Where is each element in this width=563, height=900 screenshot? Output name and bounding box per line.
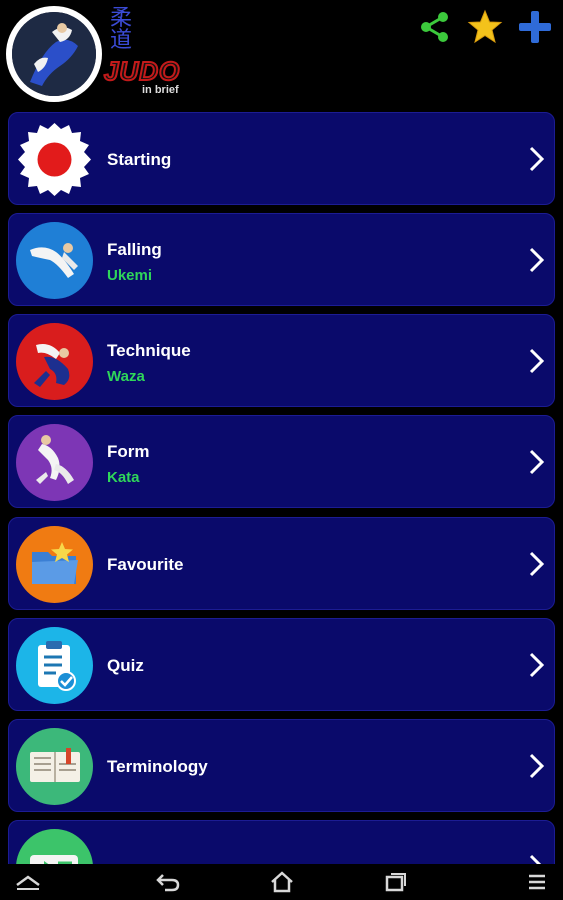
expand-icon xyxy=(16,875,40,890)
kata-form-icon xyxy=(16,424,93,501)
recents-icon xyxy=(385,873,406,892)
brand-kanji: 柔 道 xyxy=(110,6,133,53)
top-bar: 柔 道 JUDO in brief xyxy=(0,0,563,108)
home-button[interactable] xyxy=(260,864,304,900)
chevron-right-icon xyxy=(529,854,542,864)
plus-icon xyxy=(519,11,551,43)
chevron-right-icon xyxy=(529,753,545,779)
menu-item-form[interactable]: Form Kata xyxy=(8,415,555,508)
throw-technique-icon xyxy=(16,323,93,400)
menu-item-title: Favourite xyxy=(107,555,184,574)
action-bar xyxy=(413,6,557,48)
falling-judoka-icon xyxy=(16,222,93,299)
menu-item-favourite[interactable]: Favourite xyxy=(8,517,555,610)
menu-item-subtitle: Ukemi xyxy=(107,267,153,284)
menu-list[interactable]: Starting Falling Ukemi Technique Waza Fo… xyxy=(0,112,563,864)
brand-title: JUDO xyxy=(103,55,181,87)
menu-item-title: Quiz xyxy=(107,656,144,675)
chevron-right-icon xyxy=(529,348,545,374)
recents-button[interactable] xyxy=(374,864,418,900)
clipboard-check-icon xyxy=(16,627,93,704)
brand-wordmark: 柔 道 JUDO in brief xyxy=(103,6,194,102)
brand-subtitle: in brief xyxy=(142,84,179,96)
back-button[interactable] xyxy=(146,864,190,900)
video-icon xyxy=(16,829,93,864)
star-icon xyxy=(467,9,503,44)
chevron-right-icon xyxy=(529,146,545,172)
chevron-right-icon xyxy=(529,449,545,475)
chevron-right-icon xyxy=(529,652,545,678)
menu-item-title: Starting xyxy=(107,150,172,169)
menu-item-title: Form xyxy=(107,442,150,461)
chevron-right-icon xyxy=(529,551,545,577)
book-icon xyxy=(16,728,93,805)
home-icon xyxy=(271,871,293,893)
favourite-button[interactable] xyxy=(463,6,507,48)
menu-item-subtitle: Waza xyxy=(107,368,145,385)
star-folder-icon xyxy=(16,526,93,603)
overflow-menu-button[interactable] xyxy=(515,864,559,900)
rising-sun-icon xyxy=(16,121,93,198)
menu-item-quiz[interactable]: Quiz xyxy=(8,618,555,711)
menu-item-starting[interactable]: Starting xyxy=(8,112,555,205)
share-icon xyxy=(421,12,448,42)
menu-item-terminology[interactable]: Terminology xyxy=(8,719,555,812)
menu-item-title: Falling xyxy=(107,240,162,259)
menu-item-title: Technique xyxy=(107,341,191,360)
menu-icon xyxy=(529,874,545,890)
add-button[interactable] xyxy=(513,6,557,48)
menu-item-falling[interactable]: Falling Ukemi xyxy=(8,213,555,306)
expand-button[interactable] xyxy=(6,864,50,900)
chevron-right-icon xyxy=(529,247,545,273)
judo-logo xyxy=(6,6,102,102)
back-icon xyxy=(156,874,180,892)
menu-item-video[interactable] xyxy=(8,820,555,864)
menu-item-technique[interactable]: Technique Waza xyxy=(8,314,555,407)
menu-item-title: Terminology xyxy=(107,757,208,776)
menu-item-subtitle: Kata xyxy=(107,469,140,486)
system-nav-bar xyxy=(0,864,563,900)
share-button[interactable] xyxy=(413,6,457,48)
